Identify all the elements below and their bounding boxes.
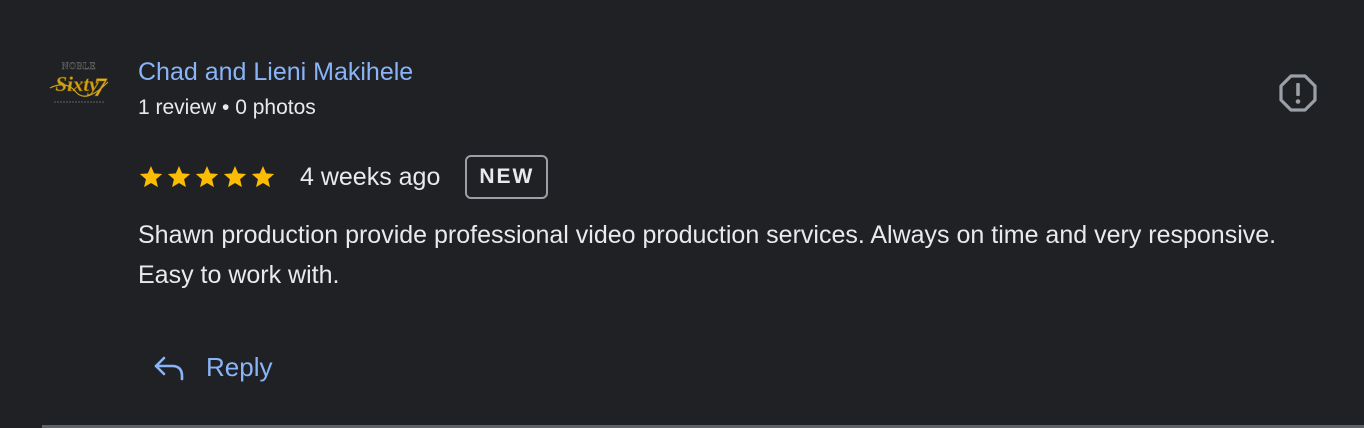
- svg-text:7: 7: [94, 73, 108, 102]
- review-text: Shawn production provide professional vi…: [138, 221, 1277, 289]
- reviewer-avatar[interactable]: NOBLE Sixty 7: [46, 58, 112, 108]
- star-rating: [138, 164, 276, 190]
- star-icon: [223, 165, 247, 188]
- reply-arrow-icon: [154, 356, 184, 381]
- reviewer-stats: 1 review • 0 photos: [138, 96, 316, 119]
- review-card: NOBLE Sixty 7 Chad and Lieni Makihele 1 …: [0, 0, 1364, 428]
- review-date: 4 weeks ago: [300, 163, 441, 191]
- report-octagon-icon[interactable]: [1278, 73, 1318, 113]
- svg-text:NOBLE: NOBLE: [62, 61, 96, 71]
- rating-row: 4 weeks ago NEW: [138, 153, 549, 201]
- star-icon: [251, 165, 275, 188]
- star-icon: [195, 165, 219, 188]
- star-icon: [167, 165, 191, 188]
- reply-button[interactable]: Reply: [152, 343, 272, 391]
- new-badge: NEW: [465, 155, 549, 199]
- reply-label: Reply: [206, 352, 273, 382]
- reviewer-name-link[interactable]: Chad and Lieni Makihele: [138, 57, 413, 87]
- star-icon: [139, 165, 163, 188]
